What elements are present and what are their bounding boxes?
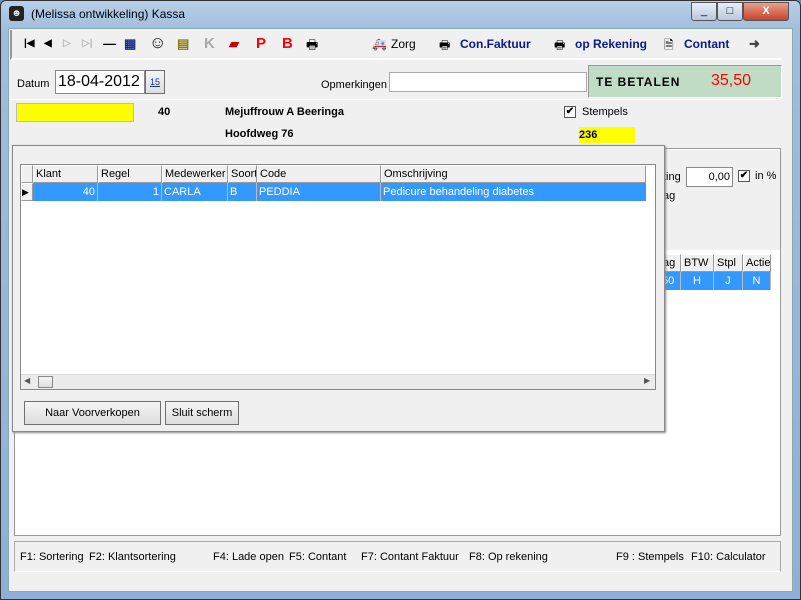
row-indicator-header <box>21 165 33 183</box>
last-record-icon[interactable]: ▷| <box>82 38 93 49</box>
opmerkingen-input[interactable] <box>389 72 587 92</box>
in-percent-label: in % <box>755 170 777 182</box>
zorg-button[interactable]: Zorg <box>391 37 416 51</box>
shortcut-f9: F9 : Stempels <box>616 551 684 563</box>
contant-button[interactable]: Contant <box>684 37 729 51</box>
close-button[interactable]: X <box>743 2 789 21</box>
column-header-btw[interactable]: BTW <box>681 254 714 272</box>
cell-klant: 40 <box>33 183 98 201</box>
shortcut-f8: F8: Op rekening <box>469 551 548 563</box>
cabinet-icon[interactable]: ▤ <box>177 36 189 52</box>
column-header-actie[interactable]: Actie <box>743 254 771 272</box>
window-title: (Melissa ontwikkeling) Kassa <box>31 7 186 21</box>
column-header-medewerker[interactable]: Medewerker <box>162 165 228 183</box>
cell-stpl: J <box>714 272 743 290</box>
customer-name: Mejuffrouw A Beeringa <box>225 106 344 118</box>
p-icon[interactable]: P <box>256 35 266 52</box>
te-betalen-value: 35,50 <box>711 72 752 89</box>
customer-lines-dialog: Klant Regel Medewerker Soort Code Omschr… <box>12 145 665 432</box>
smiley-icon[interactable]: ☺ <box>149 33 166 53</box>
opmerkingen-label: Opmerkingen <box>321 79 388 91</box>
minimize-button[interactable]: _ <box>691 2 717 21</box>
column-header-omschrijving[interactable]: Omschrijving <box>381 165 646 183</box>
cell-code: PEDDIA <box>257 183 381 201</box>
shortcut-f5: F5: Contant <box>289 551 347 563</box>
horizontal-scrollbar[interactable]: ◀ ▶ <box>21 374 655 389</box>
divider <box>10 99 780 100</box>
column-header-regel[interactable]: Regel <box>98 165 162 183</box>
exit-icon[interactable]: ➜ <box>749 36 760 52</box>
shortcut-f10: F10: Calculator <box>691 551 766 563</box>
stempels-label: Stempels <box>582 106 628 118</box>
cell-regel: 1 <box>98 183 162 201</box>
cell-medewerker: CARLA <box>162 183 228 201</box>
calendar-icon[interactable]: ▦ <box>124 36 136 52</box>
calendar-button[interactable]: 15 <box>145 70 165 94</box>
con-faktuur-button[interactable]: Con.Faktuur <box>460 37 531 51</box>
column-header-code[interactable]: Code <box>257 165 381 183</box>
app-icon: ☻ <box>9 6 24 21</box>
table-row[interactable]: 40 1 CARLA B PEDDIA Pedicure behandeling… <box>33 183 646 201</box>
ambulance-icon: 🚑 <box>372 37 387 51</box>
printer-icon: 🖶 <box>554 38 566 52</box>
column-header-stpl[interactable]: Stpl <box>714 254 743 272</box>
te-betalen-panel: TE BETALEN 35,50 <box>588 65 782 98</box>
te-betalen-label: TE BETALEN <box>596 75 681 89</box>
customer-search-field[interactable] <box>16 103 134 122</box>
cell-omschrijving: Pedicure behandeling diabetes <box>383 186 535 198</box>
table-row[interactable]: 50 H J N <box>660 272 771 290</box>
naar-voorverkopen-button[interactable]: Naar Voorverkopen <box>24 401 161 425</box>
stempels-checkbox[interactable]: ✔ <box>564 106 576 118</box>
lines-grid: Klant Regel Medewerker Soort Code Omschr… <box>20 164 656 390</box>
next-record-icon[interactable]: ▷ <box>63 38 71 49</box>
document-icon: 🗎 <box>664 38 674 52</box>
korting-input[interactable]: 0,00 <box>686 167 733 187</box>
current-row-indicator-icon: ▶ <box>21 183 33 201</box>
delete-icon[interactable]: — <box>103 36 116 51</box>
shortcut-f2: F2: Klantsortering <box>89 551 176 563</box>
op-rekening-button[interactable]: op Rekening <box>575 37 647 51</box>
cell-soort: B <box>228 183 257 201</box>
customer-number: 40 <box>158 106 171 118</box>
scroll-right-icon[interactable]: ▶ <box>644 376 650 385</box>
prev-record-icon[interactable]: ◀ <box>44 38 52 49</box>
scrollbar-thumb[interactable] <box>38 376 53 388</box>
stempels-count: 236 <box>579 127 635 143</box>
cell-actie: N <box>743 272 771 290</box>
printer-icon: 🖶 <box>439 38 451 52</box>
shortcut-f1: F1: Sortering <box>20 551 84 563</box>
cash-drawer-icon[interactable]: ▰ <box>229 36 239 52</box>
k-icon[interactable]: K <box>204 35 215 52</box>
maximize-button[interactable]: □ <box>717 2 743 21</box>
in-percent-checkbox[interactable]: ✔ <box>738 170 750 182</box>
shortcut-f7: F7: Contant Faktuur <box>361 551 459 563</box>
column-header-klant[interactable]: Klant <box>33 165 98 183</box>
datum-field[interactable]: 18-04-2012 <box>55 70 145 94</box>
first-record-icon[interactable]: |◀ <box>24 38 35 49</box>
datum-label: Datum <box>17 78 50 90</box>
korting-label: ting <box>663 171 681 183</box>
scroll-left-icon[interactable]: ◀ <box>24 376 30 385</box>
cell-btw: H <box>681 272 714 290</box>
b-icon[interactable]: B <box>282 35 293 52</box>
printer-icon[interactable]: 🖶 <box>306 36 318 58</box>
sluit-scherm-button[interactable]: Sluit scherm <box>165 401 239 425</box>
column-header-soort[interactable]: Soort <box>228 165 257 183</box>
shortcut-f4: F4: Lade open <box>213 551 284 563</box>
customer-address: Hoofdweg 76 <box>225 128 294 140</box>
